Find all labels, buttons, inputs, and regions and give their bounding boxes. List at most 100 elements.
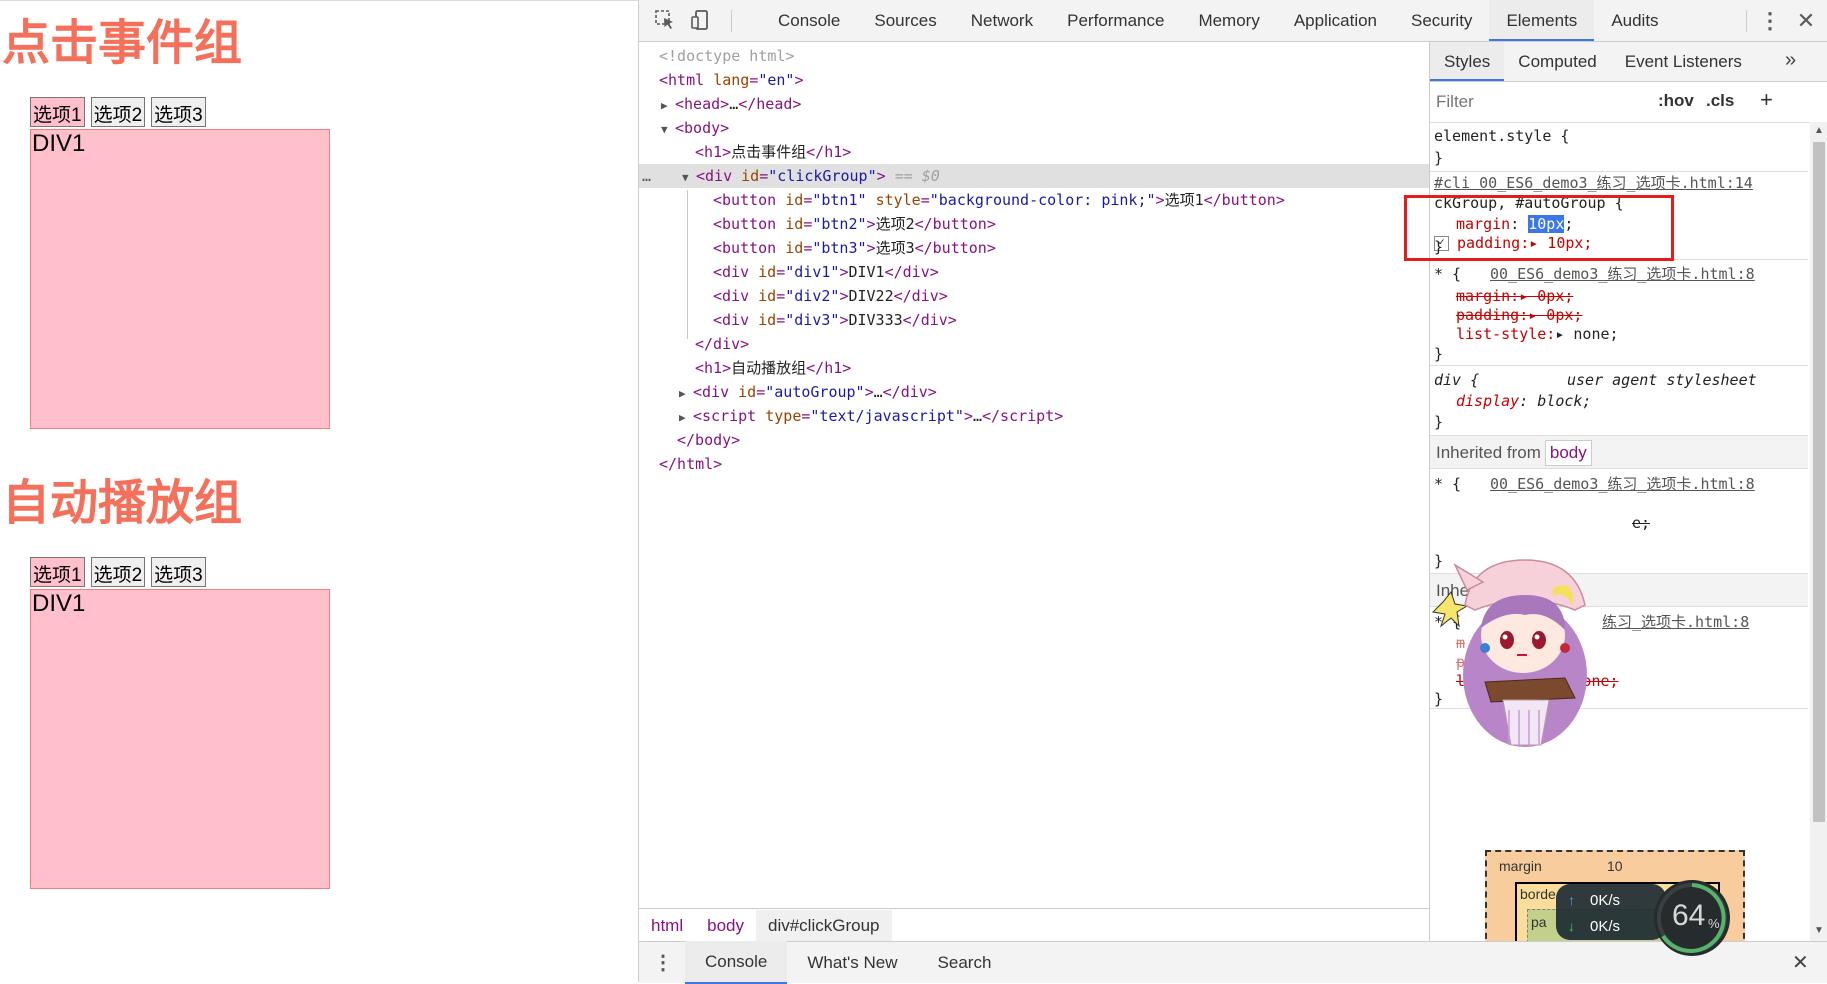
dom-line-doctype[interactable]: <!doctype html>: [659, 44, 794, 68]
styles-filter-input[interactable]: [1434, 88, 1643, 116]
autoplay-group-div1: DIV1: [30, 589, 330, 889]
page-preview: 点击事件组 选项1 选项2 选项3 DIV1 自动播放组 选项1 选项2 选项3…: [0, 0, 638, 983]
upload-speed: 0K/s: [1590, 892, 1621, 909]
tab-elements[interactable]: Elements: [1489, 0, 1595, 41]
dom-line-body-close[interactable]: </body>: [677, 428, 740, 452]
rule-selector[interactable]: element.style {: [1434, 125, 1569, 147]
option3-button[interactable]: 选项3: [151, 557, 206, 587]
dom-line-btn1[interactable]: <button id="btn1" style="background-colo…: [713, 188, 1285, 212]
cursor-arrow-icon[interactable]: [653, 9, 677, 33]
download-arrow-icon: ↓: [1568, 918, 1575, 934]
tab-memory[interactable]: Memory: [1181, 0, 1276, 41]
dom-line-div-close[interactable]: </div>: [695, 332, 749, 356]
toolbar-separator: [731, 10, 732, 32]
tab-styles[interactable]: Styles: [1430, 42, 1505, 81]
dom-line-h1-autoplay[interactable]: <h1>自动播放组</h1>: [695, 356, 851, 380]
collapse-arrow-icon[interactable]: ▼: [661, 118, 675, 142]
dom-line-btn3[interactable]: <button id="btn3">选项3</button>: [713, 236, 996, 260]
tab-audits[interactable]: Audits: [1594, 0, 1675, 41]
cls-toggle-button[interactable]: .cls: [1706, 91, 1734, 111]
collapse-arrow-icon[interactable]: ▼: [682, 166, 696, 190]
tab-performance[interactable]: Performance: [1050, 0, 1181, 41]
breadcrumb-html[interactable]: html: [639, 910, 695, 942]
option2-button[interactable]: 选项2: [90, 97, 146, 127]
drawer-tab-search[interactable]: Search: [918, 942, 1012, 983]
dom-line-div-clickgroup-selected[interactable]: … ▼ <div id="clickGroup"> == $0: [639, 164, 1429, 188]
annotation-highlight-box: [1404, 195, 1674, 261]
css-declaration-display[interactable]: display: block;: [1456, 390, 1591, 412]
rule-selector[interactable]: div {: [1434, 369, 1479, 391]
tab-sources[interactable]: Sources: [857, 0, 953, 41]
close-icon[interactable]: ✕: [1792, 950, 1809, 975]
styles-pane: Styles Computed Event Listeners » :hov .…: [1429, 42, 1827, 941]
rule-source-link[interactable]: 练习_选项卡.html:8: [1602, 611, 1749, 633]
dom-line-html[interactable]: <html lang="en">: [659, 68, 804, 92]
drawer-tab-console[interactable]: Console: [685, 941, 788, 984]
kebab-menu-icon[interactable]: ⋮: [1758, 9, 1782, 33]
box-model-margin-label: margin: [1499, 858, 1542, 874]
dom-line-h1-click[interactable]: <h1>点击事件组</h1>: [695, 140, 851, 164]
dom-line-btn2[interactable]: <button id="btn2">选项2</button>: [713, 212, 996, 236]
drawer-tab-whats-new[interactable]: What's New: [787, 942, 917, 983]
scroll-thumb[interactable]: [1813, 142, 1825, 822]
dom-line-html-close[interactable]: </html>: [659, 452, 722, 476]
tab-event-listeners[interactable]: Event Listeners: [1611, 42, 1756, 81]
upload-arrow-icon: ↑: [1568, 892, 1575, 908]
new-style-rule-button[interactable]: +: [1760, 87, 1773, 113]
css-declaration-list-style-tail[interactable]: e;: [1632, 512, 1650, 534]
inherited-from-body-link[interactable]: body: [1544, 440, 1592, 466]
scroll-down-icon[interactable]: ▼: [1814, 925, 1824, 936]
styles-filter-row: :hov .cls +: [1430, 82, 1827, 123]
styles-scrollbar[interactable]: ▲ ▼: [1810, 122, 1827, 941]
rule-close-brace: }: [1434, 149, 1444, 167]
rule-element-style: element.style { }: [1430, 122, 1808, 172]
rule-selector[interactable]: * {: [1434, 473, 1461, 495]
memory-percent: 64: [1672, 899, 1706, 932]
kebab-menu-icon[interactable]: ⋮: [639, 950, 685, 975]
dom-line-head[interactable]: ▶ <head>…</head>: [661, 92, 801, 116]
device-toggle-icon[interactable]: [689, 9, 713, 33]
box-model-border-label: borde: [1520, 886, 1556, 902]
box-model-margin-value[interactable]: 10: [1607, 858, 1623, 874]
rule-source-link[interactable]: 00_ES6_demo3_练习_选项卡.html:8: [1490, 473, 1755, 495]
css-declaration-list-style[interactable]: list-style:▸ none;: [1456, 323, 1619, 345]
breadcrumb-div-clickgroup[interactable]: div#clickGroup: [756, 909, 892, 942]
option1-button[interactable]: 选项1: [30, 97, 85, 127]
dom-line-div2[interactable]: <div id="div2">DIV22</div>: [713, 284, 948, 308]
dom-line-div1[interactable]: <div id="div1">DIV1</div>: [713, 260, 939, 284]
toolbar-separator: [1746, 10, 1747, 32]
dom-line-div-autogroup[interactable]: ▶ <div id="autoGroup">…</div>: [679, 380, 937, 404]
option1-button[interactable]: 选项1: [30, 557, 85, 587]
mascot-character-image: [1425, 550, 1615, 750]
tab-security[interactable]: Security: [1394, 0, 1489, 41]
expand-arrow-icon[interactable]: ▶: [679, 382, 693, 406]
inherited-from-bar: Inherited from body: [1430, 436, 1808, 469]
dom-line-script[interactable]: ▶ <script type="text/javascript">…</scrip…: [679, 404, 1063, 428]
expand-arrow-icon[interactable]: ▶: [661, 94, 675, 118]
rule-source-link[interactable]: 00_ES6_demo3_练习_选项卡.html:8: [1490, 263, 1755, 285]
div1-label: DIV1: [32, 590, 86, 617]
option3-button[interactable]: 选项3: [151, 97, 206, 127]
rule-selector[interactable]: * {: [1434, 263, 1461, 285]
breadcrumb: html body div#clickGroup: [639, 908, 1429, 942]
tab-console[interactable]: Console: [761, 0, 857, 41]
hov-toggle-button[interactable]: :hov: [1658, 91, 1694, 111]
rule-close-brace: }: [1434, 413, 1444, 431]
inherited-from-label: Inherited from: [1436, 443, 1541, 462]
option2-button[interactable]: 选项2: [90, 557, 146, 587]
expand-arrow-icon[interactable]: ▶: [679, 406, 693, 430]
tab-network[interactable]: Network: [954, 0, 1050, 41]
elements-dom-tree: <!doctype html> <html lang="en"> ▶ <head>…: [639, 42, 1429, 908]
chevron-double-right-icon[interactable]: »: [1785, 42, 1796, 79]
tab-computed[interactable]: Computed: [1504, 42, 1610, 81]
dom-line-body[interactable]: ▼ <body>: [661, 116, 729, 140]
tab-application[interactable]: Application: [1277, 0, 1394, 41]
dom-line-div3[interactable]: <div id="div3">DIV333</div>: [713, 308, 957, 332]
breadcrumb-body[interactable]: body: [695, 910, 756, 942]
devtools-panel: Console Sources Network Performance Memo…: [638, 0, 1827, 984]
scroll-up-icon[interactable]: ▲: [1814, 125, 1824, 136]
more-dots-icon[interactable]: …: [639, 164, 682, 188]
devtools-tabs: Console Sources Network Performance Memo…: [761, 0, 1676, 41]
close-icon[interactable]: ✕: [1794, 9, 1818, 33]
rule-source-link[interactable]: #cli 00_ES6_demo3_练习_选项卡.html:14: [1434, 172, 1753, 194]
